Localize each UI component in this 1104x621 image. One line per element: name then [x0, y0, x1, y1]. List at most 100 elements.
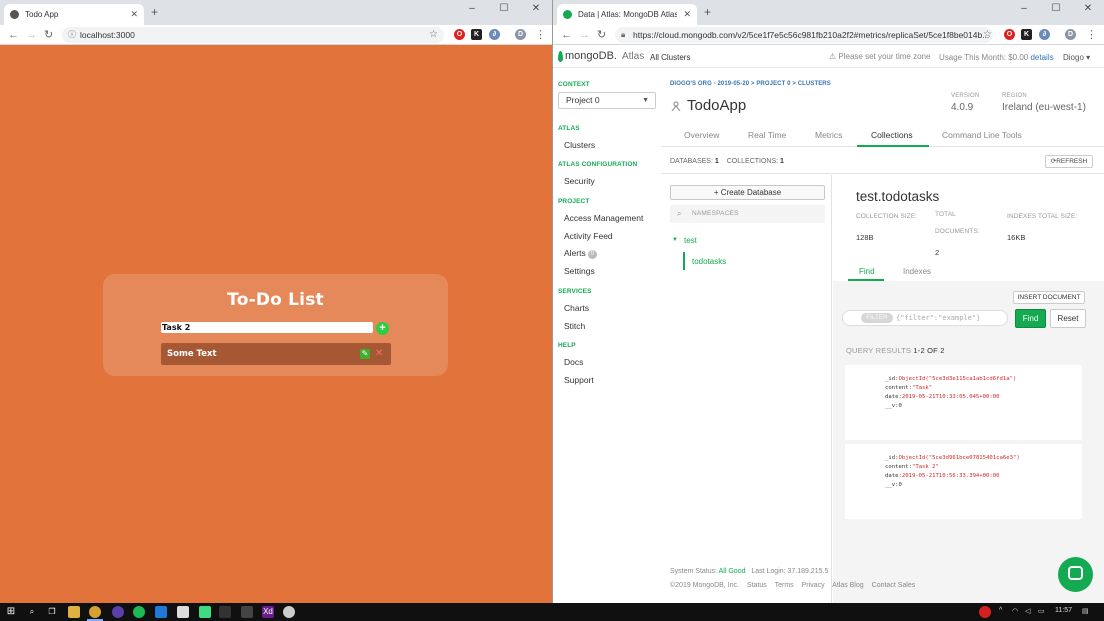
add-task-button[interactable]: + [376, 322, 389, 335]
volume-icon[interactable]: ◁ [1025, 607, 1030, 615]
close-tab-icon[interactable]: ✕ [130, 9, 138, 20]
mongodb-atlas-logo[interactable]: mongoDB. Atlas [558, 50, 644, 62]
windows-start-icon[interactable]: ⊞ [5, 606, 17, 618]
sidebar-item-stitch[interactable]: Stitch [564, 321, 585, 331]
address-bar[interactable]: 🔒︎ https://cloud.mongodb.com/v2/5ce1f7e5… [615, 27, 993, 43]
sidebar-item-support[interactable]: Support [564, 375, 594, 385]
usage-details-link[interactable]: details [1030, 53, 1053, 62]
app-icon[interactable] [219, 606, 231, 618]
wifi-icon[interactable]: ◠ [1012, 607, 1018, 615]
chrome-icon[interactable] [89, 606, 101, 618]
minimize-icon[interactable]: – [456, 0, 488, 20]
subtab-indexes[interactable]: Indexes [903, 267, 931, 276]
close-window-icon[interactable]: ✕ [520, 0, 552, 20]
sidebar-item-activity-feed[interactable]: Activity Feed [564, 231, 613, 241]
sidebar-item-clusters[interactable]: Clusters [564, 140, 595, 150]
sidebar-item-alerts[interactable]: Alerts 0 [564, 248, 597, 259]
spotify-icon[interactable] [133, 606, 145, 618]
xd-icon[interactable]: Xd [262, 606, 274, 618]
sidebar-item-security[interactable]: Security [564, 176, 595, 186]
sidebar-item-access-management[interactable]: Access Management [564, 213, 643, 223]
bookmark-star-icon[interactable]: ☆ [983, 28, 992, 42]
extension-icon[interactable]: ∂ [1039, 29, 1050, 40]
status-value[interactable]: All Good [719, 568, 746, 575]
opera-extension-icon[interactable]: O [454, 29, 465, 40]
timezone-notice[interactable]: ⚠ Please set your time zone [829, 52, 930, 61]
k-extension-icon[interactable]: K [1021, 29, 1032, 40]
app-icon[interactable] [177, 606, 189, 618]
tab-real-time[interactable]: Real Time [748, 130, 786, 140]
tab-command-line-tools[interactable]: Command Line Tools [942, 130, 1022, 140]
reload-icon[interactable]: ↻ [597, 28, 606, 42]
database-item-test[interactable]: test [684, 236, 697, 245]
sidebar-item-charts[interactable]: Charts [564, 303, 589, 313]
app-icon[interactable] [241, 606, 253, 618]
filter-input[interactable]: FILTER {"filter":"example"} [842, 310, 1008, 326]
create-database-button[interactable]: + Create Database [670, 185, 825, 200]
footer-link-status[interactable]: Status [747, 582, 767, 589]
maximize-icon[interactable]: ☐ [1040, 0, 1072, 20]
k-extension-icon[interactable]: K [471, 29, 482, 40]
menu-dots-icon[interactable]: ⋮ [535, 28, 546, 42]
back-icon[interactable]: ← [561, 28, 572, 42]
collection-item-todotasks[interactable]: todotasks [692, 257, 726, 266]
search-icon[interactable]: ⌕ [26, 606, 38, 618]
maximize-icon[interactable]: ☐ [488, 0, 520, 20]
task-input[interactable] [161, 322, 373, 333]
new-tab-icon[interactable]: + [151, 6, 158, 18]
footer-link-atlas-blog[interactable]: Atlas Blog [832, 582, 864, 589]
minimize-icon[interactable]: – [1008, 0, 1040, 20]
refresh-button[interactable]: ⟳REFRESH [1045, 155, 1093, 168]
document-card[interactable]: _id:ObjectId("5ce3d3e115ca1ab1cd6fd1a") … [845, 365, 1082, 440]
tray-app-icon[interactable] [979, 606, 991, 618]
sidebar-item-settings[interactable]: Settings [564, 266, 595, 276]
bookmark-star-icon[interactable]: ☆ [429, 28, 438, 42]
task-view-icon[interactable]: ❐ [46, 606, 58, 618]
notifications-icon[interactable]: ▤ [1082, 607, 1089, 615]
address-bar[interactable]: ⓘ localhost:3000 [62, 27, 444, 43]
profile-avatar[interactable]: D [1065, 29, 1076, 40]
tab-collections[interactable]: Collections [871, 130, 913, 140]
forward-icon[interactable]: → [579, 28, 590, 42]
tray-overflow-icon[interactable]: ^ [999, 607, 1002, 614]
subtab-find[interactable]: Find [859, 267, 875, 276]
menu-dots-icon[interactable]: ⋮ [1086, 28, 1097, 42]
all-clusters-link[interactable]: All Clusters [650, 53, 690, 62]
footer-link-terms[interactable]: Terms [775, 582, 794, 589]
chat-support-button[interactable] [1058, 557, 1093, 592]
file-explorer-icon[interactable] [68, 606, 80, 618]
android-studio-icon[interactable] [199, 606, 211, 618]
sidebar-item-docs[interactable]: Docs [564, 357, 583, 367]
back-icon[interactable]: ← [8, 28, 19, 42]
vscode-icon[interactable] [155, 606, 167, 618]
user-menu[interactable]: Diogo ▾ [1063, 53, 1090, 62]
clock[interactable]: 11:57 [1055, 607, 1072, 614]
extension-icon[interactable]: ∂ [489, 29, 500, 40]
new-tab-icon[interactable]: + [704, 6, 711, 18]
footer-link-contact-sales[interactable]: Contact Sales [872, 582, 916, 589]
profile-avatar[interactable]: D [515, 29, 526, 40]
battery-icon[interactable]: ▭ [1038, 607, 1045, 615]
footer-link-privacy[interactable]: Privacy [802, 582, 825, 589]
project-select[interactable]: Project 0 ▼ [558, 92, 656, 109]
reload-icon[interactable]: ↻ [44, 28, 53, 42]
reset-button[interactable]: Reset [1050, 309, 1086, 328]
app-icon[interactable] [112, 606, 124, 618]
browser-tab-atlas[interactable]: Data | Atlas: MongoDB Atlas ✕ [557, 4, 697, 25]
browser-tab-todo[interactable]: Todo App ✕ [4, 4, 144, 25]
app-icon[interactable] [283, 606, 295, 618]
edit-icon[interactable]: ✎ [360, 349, 370, 359]
forward-icon[interactable]: → [26, 28, 37, 42]
tab-overview[interactable]: Overview [684, 130, 719, 140]
opera-extension-icon[interactable]: O [1004, 29, 1015, 40]
namespaces-filter-input[interactable]: ⌕ NAMESPACES [670, 205, 825, 223]
tab-metrics[interactable]: Metrics [815, 130, 842, 140]
breadcrumb[interactable]: DIOGO'S ORG - 2019-05-20 > PROJECT 0 > C… [670, 81, 831, 87]
close-tab-icon[interactable]: ✕ [683, 9, 691, 20]
caret-down-icon[interactable]: ▼ [672, 237, 678, 243]
document-card[interactable]: _id:ObjectId("5ce3d961bce07815401ca6e3")… [845, 444, 1082, 519]
insert-document-button[interactable]: INSERT DOCUMENT [1013, 291, 1085, 304]
close-window-icon[interactable]: ✕ [1072, 0, 1104, 20]
find-button[interactable]: Find [1015, 309, 1046, 328]
delete-icon[interactable]: ✕ [375, 348, 383, 359]
